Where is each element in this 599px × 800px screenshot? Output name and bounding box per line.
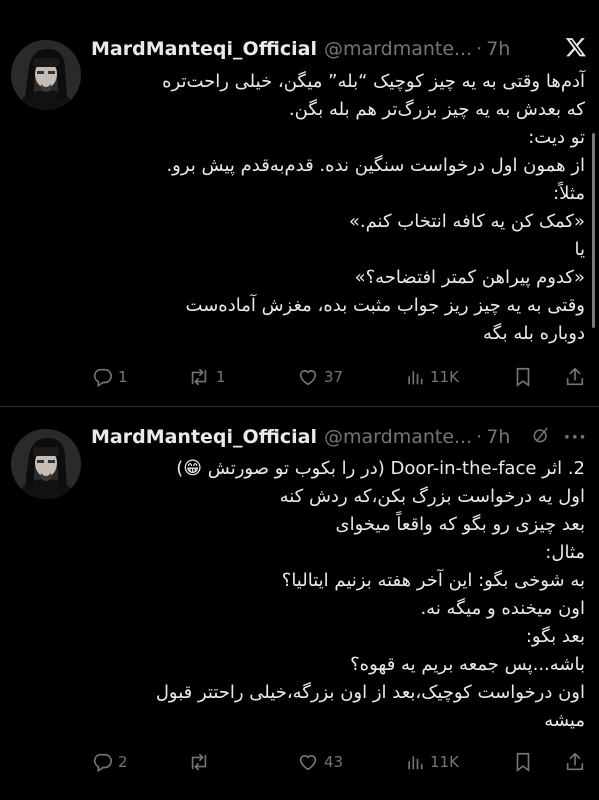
share-icon (564, 366, 586, 388)
author-name[interactable]: MardManteqi_Official (91, 426, 317, 448)
reply-count: 2 (118, 753, 128, 771)
tweet-header: MardManteqi_Official @mardmante... · 7h … (91, 424, 587, 450)
tweet-line: اون میخنده و میگه نه. (420, 598, 585, 619)
reply-button[interactable]: 1 (91, 365, 128, 389)
like-button[interactable]: 43 (297, 750, 343, 774)
tweet-line: از همون اول درخواست سنگین نده. قدم‌به‌قد… (166, 155, 585, 176)
tweet-line: میشه (544, 710, 585, 731)
avatar[interactable] (11, 429, 81, 499)
tweet-line: یا (574, 239, 586, 260)
author-name[interactable]: MardManteqi_Official (91, 38, 317, 60)
tweet-line: بعد بگو: (525, 626, 585, 647)
avatar[interactable] (11, 40, 81, 110)
scrollbar[interactable] (592, 133, 595, 328)
reply-icon (91, 751, 113, 773)
timestamp[interactable]: 7h (486, 38, 510, 60)
bookmark-icon (512, 751, 534, 773)
tweet-line: مثال: (545, 542, 585, 563)
bookmark-button[interactable] (512, 750, 534, 774)
x-logo-icon[interactable] (565, 36, 587, 62)
like-button[interactable]: 37 (297, 365, 343, 389)
tweet-line: 2. اثر Door-in-the-face (در را بکوب تو ص… (176, 458, 585, 479)
share-button[interactable] (564, 365, 586, 389)
bookmark-button[interactable] (512, 365, 534, 389)
tweet-line: به شوخی بگو: این آخر هفته بزنیم ایتالیا؟ (281, 570, 585, 591)
tweet-line: تو دیت: (528, 127, 585, 148)
reply-icon (91, 366, 113, 388)
analytics-icon (405, 366, 425, 388)
share-icon (564, 751, 586, 773)
tweet-body: 2. اثر Door-in-the-face (در را بکوب تو ص… (91, 455, 585, 735)
author-handle[interactable]: @mardmante... (324, 426, 472, 448)
repost-count: 1 (216, 368, 226, 386)
tweet-body: آدم‌ها وقتی به یه چیز کوچیک “بله” میگن، … (91, 68, 585, 348)
separator-dot: · (476, 38, 483, 60)
tweet-line: آدم‌ها وقتی به یه چیز کوچیک “بله” میگن، … (162, 71, 585, 92)
grok-icon[interactable] (531, 425, 551, 449)
tweet-header: MardManteqi_Official @mardmante... · 7h (91, 36, 587, 62)
tweet-actions: 2 43 11K (91, 750, 586, 774)
reply-button[interactable]: 2 (91, 750, 128, 774)
timestamp[interactable]: 7h (486, 426, 510, 448)
tweet-line: دوباره بله بگه (483, 323, 585, 344)
tweet-line: مثلاً: (553, 183, 585, 204)
analytics-icon (405, 751, 425, 773)
tweet-line: وقتی به یه چیز ریز جواب مثبت بده، مغزش آ… (185, 295, 585, 316)
tweet-line: «کمک کن یه کافه انتخاب کنم.» (348, 211, 585, 232)
share-button[interactable] (564, 750, 586, 774)
tweet-line: باشه...پس جمعه بریم یه قهوه؟ (350, 654, 585, 675)
like-count: 37 (324, 368, 344, 386)
tweet-line: که بعدش به یه چیز بزرگ‌تر هم بله بگن. (288, 99, 585, 120)
views-count: 11K (430, 368, 459, 386)
bookmark-icon (512, 366, 534, 388)
separator-dot: · (476, 426, 483, 448)
views-button[interactable]: 11K (405, 365, 459, 389)
like-count: 43 (324, 753, 344, 771)
tweet-line: اول یه درخواست بزرگ بکن،که ردش کنه (279, 486, 585, 507)
tweet-actions: 1 1 37 11K (91, 365, 586, 389)
tweet-line: «کدوم پیراهن کمتر افتضاحه؟» (354, 267, 585, 288)
repost-icon (187, 751, 211, 773)
repost-button[interactable] (187, 750, 211, 774)
tweet-1[interactable]: MardManteqi_Official @mardmante... · 7h … (0, 0, 599, 407)
heart-icon (297, 751, 319, 773)
heart-icon (297, 366, 319, 388)
tweet-2[interactable]: MardManteqi_Official @mardmante... · 7h … (0, 407, 599, 800)
repost-icon (187, 366, 211, 388)
tweet-line: اون درخواست کوچیک،بعد از اون بزرگه،خیلی … (155, 682, 585, 703)
views-button[interactable]: 11K (405, 750, 459, 774)
tweet-line: بعد چیزی رو بگو که واقعاً میخوای (335, 514, 585, 535)
repost-button[interactable]: 1 (187, 365, 226, 389)
views-count: 11K (430, 753, 459, 771)
author-handle[interactable]: @mardmante... (324, 38, 472, 60)
more-options-button[interactable]: ··· (563, 427, 587, 448)
reply-count: 1 (118, 368, 128, 386)
